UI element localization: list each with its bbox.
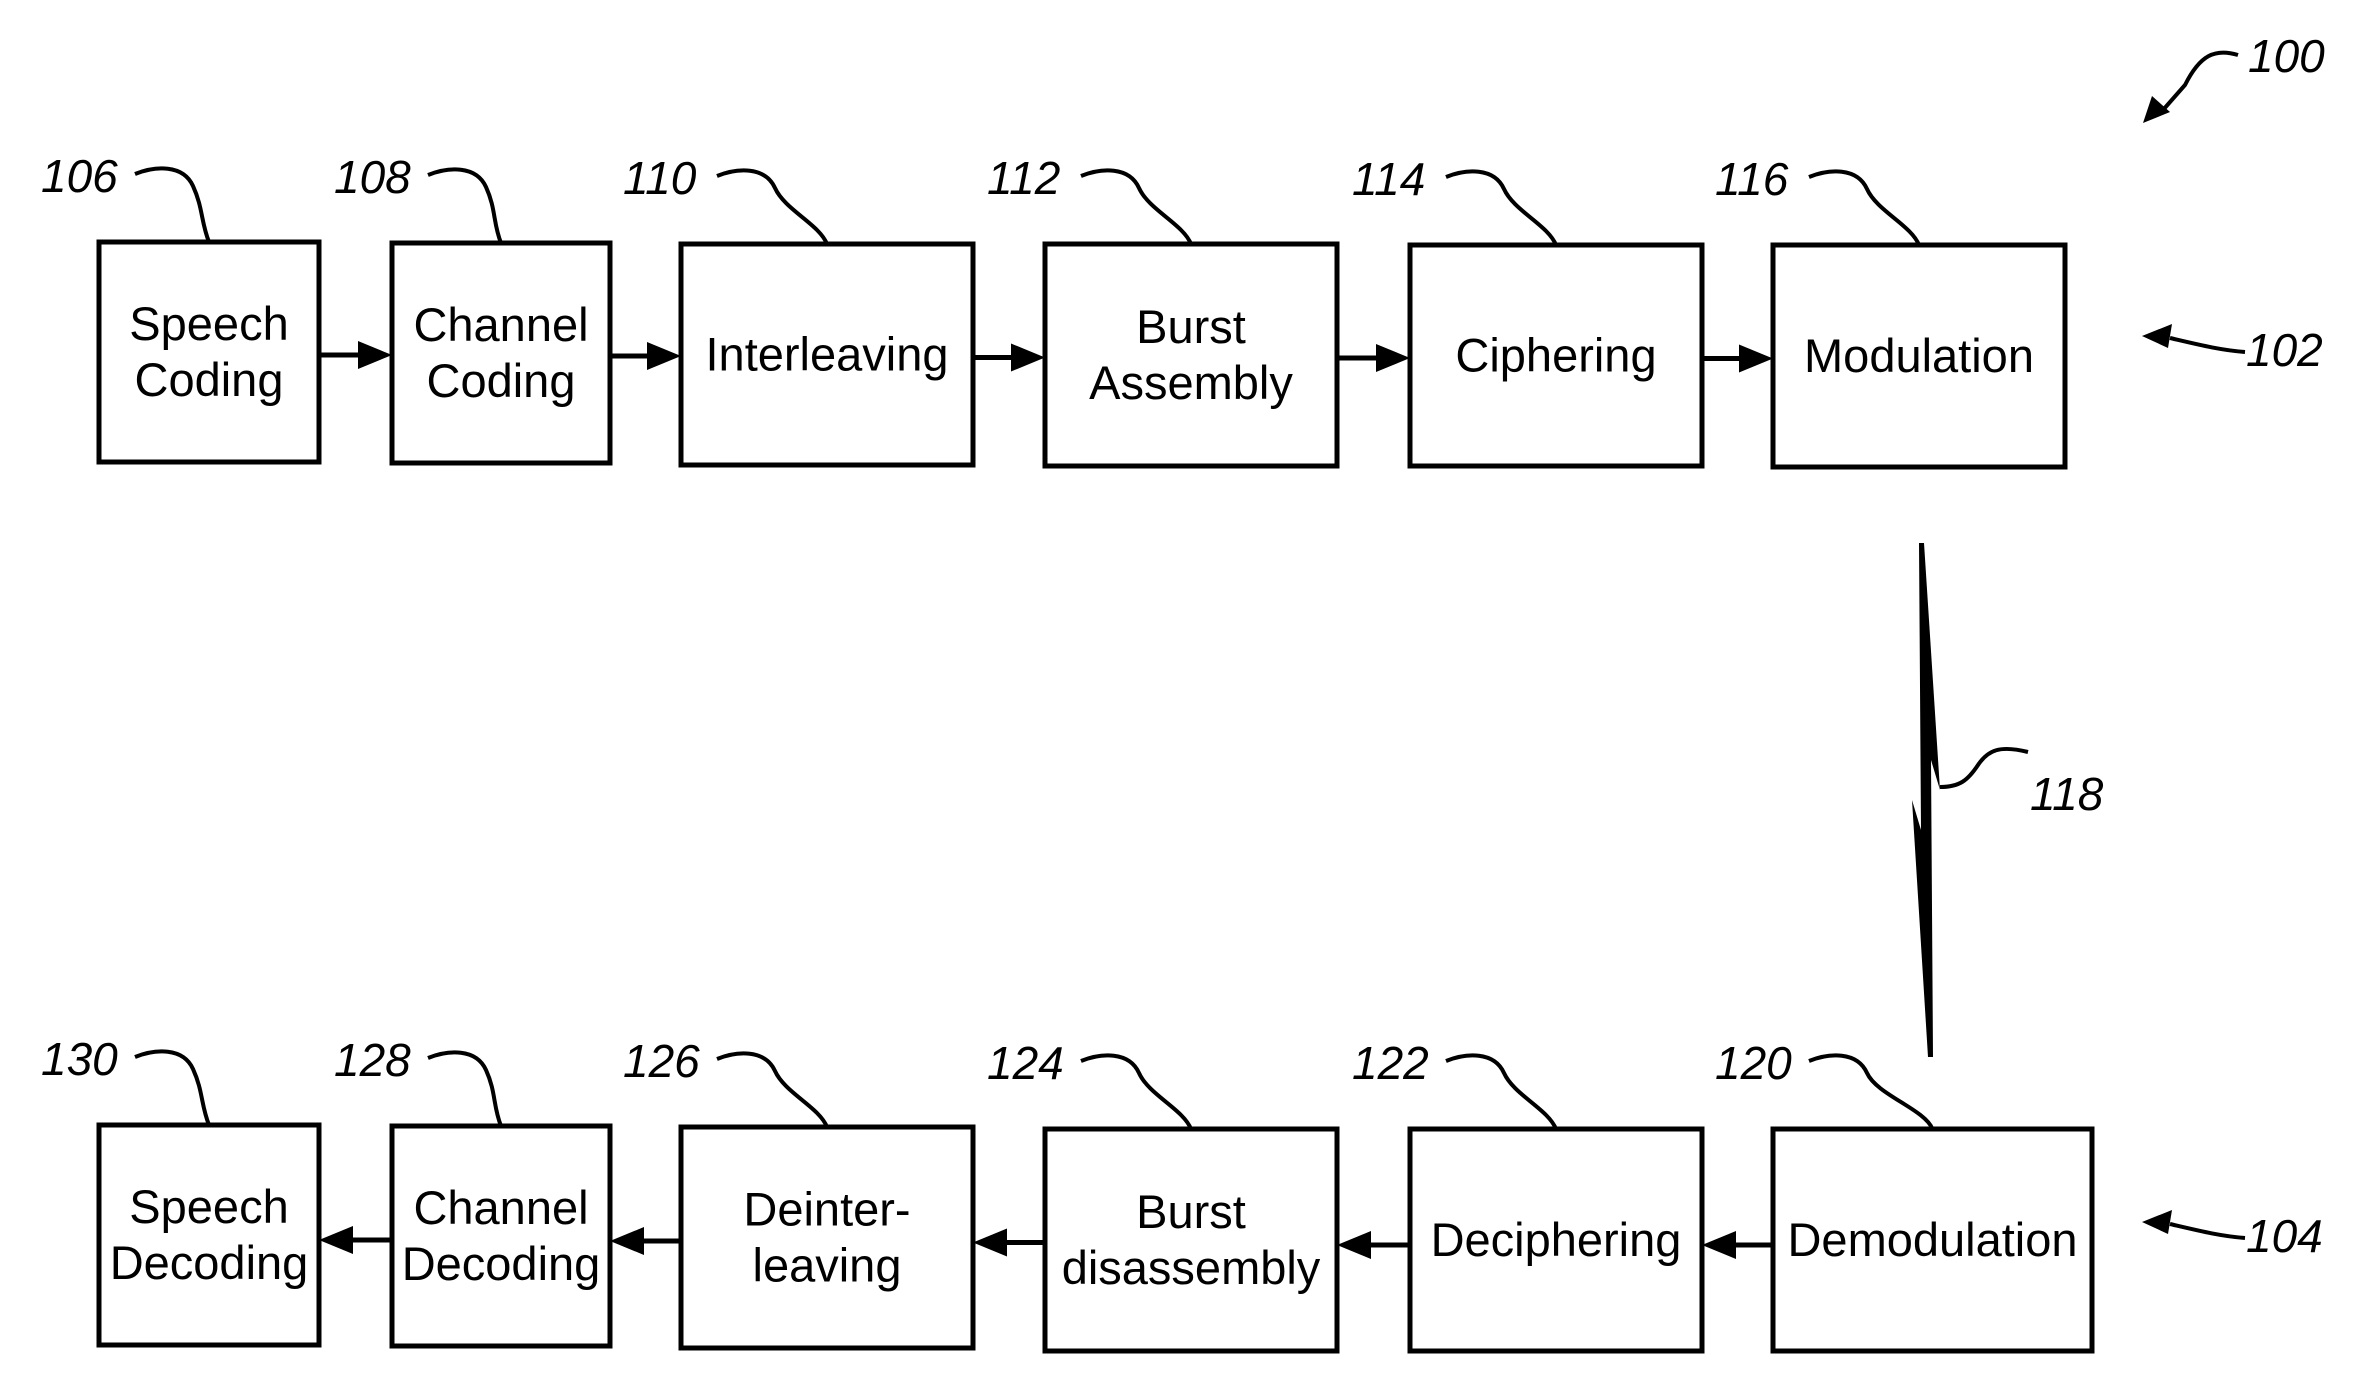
- receiver-reference: 104: [2142, 1210, 2323, 1262]
- block-label-line: Coding: [135, 353, 284, 406]
- annotations: 100 102 104 118: [1912, 30, 2325, 1262]
- leader-line: [1445, 1053, 1558, 1130]
- flow-arrow: [1702, 344, 1773, 373]
- flow-arrow: [973, 343, 1045, 372]
- block-label-line: Assembly: [1089, 356, 1293, 409]
- block-channel-coding: ChannelCoding 108: [334, 151, 613, 466]
- transmitter-chain: SpeechCoding106ChannelCoding108Interleav…: [41, 150, 2068, 470]
- leader-line: [1808, 169, 1921, 246]
- block-label-line: Burst: [1136, 300, 1246, 353]
- wireless-channel: 118: [1912, 543, 2104, 1057]
- figure-reference: 100: [2143, 30, 2325, 123]
- block-label-line: Channel: [413, 1181, 588, 1234]
- block-label-line: Decoding: [402, 1237, 601, 1290]
- block-label-line: Coding: [427, 354, 576, 407]
- flow-arrow: [610, 342, 681, 370]
- reference-numeral: 126: [623, 1035, 700, 1087]
- block-label-line: Ciphering: [1455, 329, 1656, 382]
- block-box: [96, 1122, 322, 1348]
- leader-line: [716, 1051, 829, 1128]
- block-box: [96, 239, 322, 465]
- block-label-line: Decoding: [110, 1236, 309, 1289]
- block-speech-decoding: SpeechDecoding 130: [41, 1033, 322, 1348]
- block-box: [389, 1123, 613, 1349]
- leader-line: [1080, 168, 1193, 245]
- reference-numeral: 120: [1715, 1037, 1792, 1089]
- arrowhead-icon: [2143, 96, 2170, 123]
- arrowhead-icon: [2142, 1210, 2172, 1234]
- block-speech-coding: SpeechCoding 106: [41, 150, 322, 465]
- block-channel-decoding: ChannelDecoding 128: [334, 1034, 613, 1349]
- leader-line: [134, 166, 211, 243]
- figure-numeral: 100: [2248, 30, 2325, 82]
- leader-line: [134, 1049, 211, 1126]
- transmitter-numeral: 102: [2246, 324, 2323, 376]
- flow-arrow: [319, 341, 392, 369]
- block-ciphering: Ciphering 114: [1352, 153, 1705, 469]
- reference-numeral: 116: [1715, 153, 1789, 205]
- block-burst-assembly: BurstAssembly 112: [987, 152, 1340, 469]
- block-deinter-leaving: Deinter-leaving 126: [623, 1035, 976, 1351]
- block-label-line: Demodulation: [1787, 1213, 2077, 1266]
- block-box: [389, 240, 613, 466]
- block-box: [1042, 241, 1340, 469]
- lightning-bolt-icon: [1912, 543, 1940, 1057]
- block-label-line: Burst: [1136, 1185, 1246, 1238]
- block-label-line: Speech: [129, 1180, 288, 1233]
- leader-line: [716, 168, 829, 245]
- reference-numeral: 106: [41, 150, 118, 202]
- reference-numeral: 112: [987, 152, 1060, 204]
- flow-arrow: [319, 1226, 392, 1254]
- reference-numeral: 128: [334, 1034, 411, 1086]
- flow-arrow: [1337, 344, 1410, 372]
- block-label-line: Deinter-: [743, 1183, 910, 1236]
- block-modulation: Modulation 116: [1715, 153, 2068, 470]
- leader-line: [1445, 169, 1558, 246]
- block-diagram: SpeechCoding106ChannelCoding108Interleav…: [41, 30, 2325, 1354]
- arrowhead-icon: [2142, 324, 2172, 348]
- block-deciphering: Deciphering 122: [1352, 1037, 1705, 1354]
- block-label-line: Speech: [129, 297, 288, 350]
- block-burst-disassembly: Burstdisassembly 124: [987, 1037, 1340, 1354]
- channel-numeral: 118: [2030, 768, 2104, 820]
- receiver-numeral: 104: [2246, 1210, 2323, 1262]
- block-label-line: Interleaving: [706, 328, 949, 381]
- flow-arrow: [1702, 1231, 1773, 1259]
- reference-numeral: 114: [1352, 153, 1425, 205]
- block-interleaving: Interleaving 110: [623, 152, 976, 468]
- block-label-line: leaving: [753, 1239, 902, 1292]
- reference-numeral: 108: [334, 151, 411, 203]
- reference-numeral: 130: [41, 1033, 118, 1085]
- flow-arrow: [1337, 1231, 1410, 1259]
- block-label-line: Modulation: [1804, 329, 2034, 382]
- block-label-line: Deciphering: [1431, 1213, 1682, 1266]
- reference-numeral: 110: [623, 152, 697, 204]
- leader-line: [1808, 1053, 1935, 1130]
- block-box: [678, 1124, 976, 1351]
- leader-line: [427, 1050, 503, 1127]
- transmitter-reference: 102: [2142, 324, 2323, 376]
- reference-numeral: 124: [987, 1037, 1064, 1089]
- flow-arrow: [610, 1227, 681, 1255]
- flow-arrow: [973, 1228, 1045, 1257]
- block-label-line: Channel: [413, 298, 588, 351]
- block-label-line: disassembly: [1062, 1241, 1321, 1294]
- block-demodulation: Demodulation 120: [1715, 1037, 2095, 1354]
- block-box: [1042, 1126, 1340, 1354]
- leader-line: [1080, 1053, 1193, 1130]
- reference-numeral: 122: [1352, 1037, 1429, 1089]
- receiver-chain: SpeechDecoding130ChannelDecoding128Deint…: [41, 1033, 2095, 1354]
- leader-line: [427, 167, 503, 244]
